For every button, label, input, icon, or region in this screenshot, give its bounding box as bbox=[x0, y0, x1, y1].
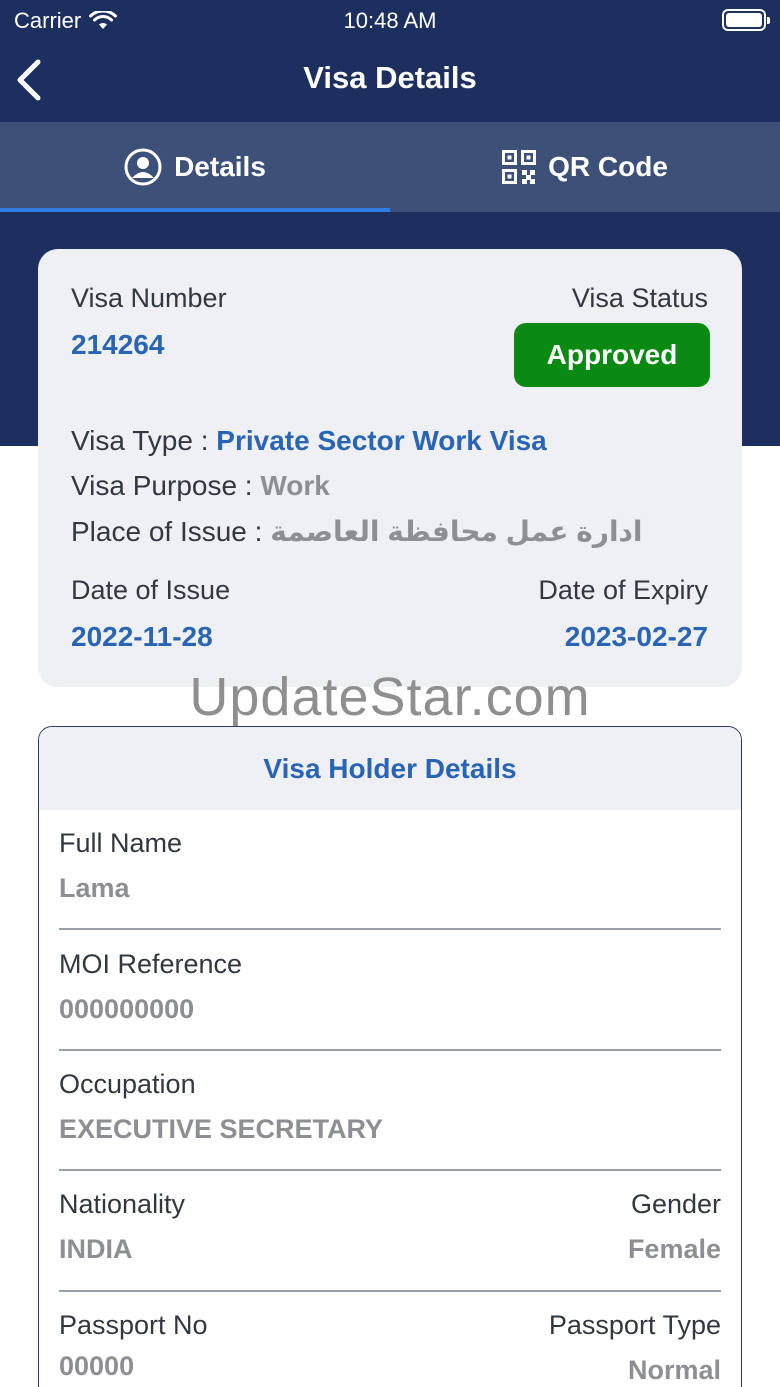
passport-type-value: Normal bbox=[627, 1355, 721, 1385]
tab-qr-code-label: QR Code bbox=[548, 151, 668, 182]
visa-purpose-label: Visa Purpose : bbox=[71, 470, 261, 501]
passport-type-label: Passport Type bbox=[548, 1310, 721, 1340]
full-name-label: Full Name bbox=[59, 828, 183, 858]
date-of-expiry-label: Date of Expiry bbox=[538, 575, 708, 605]
date-of-issue-value: 2022-11-28 bbox=[71, 621, 213, 652]
status-bar: Carrier 10:48 AM bbox=[0, 0, 780, 40]
date-of-issue-label: Date of Issue bbox=[71, 575, 231, 605]
tab-bar: Details QR Code bbox=[0, 122, 780, 212]
qr-code-icon bbox=[502, 150, 537, 184]
date-of-expiry-value: 2023-02-27 bbox=[564, 621, 708, 652]
full-name-value: Lama bbox=[59, 873, 130, 903]
divider bbox=[59, 1049, 721, 1051]
visa-number-value: 214264 bbox=[71, 329, 165, 360]
nationality-gender-row: Nationality INDIA Gender Female bbox=[59, 1189, 721, 1279]
visa-purpose-value: Work bbox=[260, 470, 330, 501]
user-circle-icon bbox=[124, 148, 162, 186]
visa-number-label: Visa Number bbox=[71, 283, 227, 313]
visa-type-row: Visa Type : Private Sector Work Visa bbox=[71, 425, 547, 457]
watermark: UpdateStar.com bbox=[189, 667, 591, 727]
gender-field: Gender Female bbox=[628, 1189, 721, 1265]
visa-purpose-row: Visa Purpose : Work bbox=[71, 470, 330, 502]
place-of-issue-label: Place of Issue : bbox=[71, 516, 271, 547]
gender-label: Gender bbox=[630, 1189, 721, 1219]
passport-row: Passport No 00000 Passport Type Normal bbox=[59, 1310, 721, 1387]
tab-qr-code[interactable]: QR Code bbox=[390, 122, 780, 212]
page-title: Visa Details bbox=[303, 60, 477, 95]
moi-reference-label: MOI Reference bbox=[59, 949, 243, 979]
visa-summary-card: Visa Number 214264 Visa Status Approved … bbox=[38, 249, 742, 687]
gender-value: Female bbox=[627, 1234, 721, 1264]
divider bbox=[59, 1290, 721, 1292]
occupation-field: Occupation EXECUTIVE SECRETARY bbox=[59, 1069, 721, 1145]
visa-type-value: Private Sector Work Visa bbox=[216, 425, 547, 456]
moi-reference-field: MOI Reference 000000000 bbox=[59, 949, 721, 1025]
passport-type-field: Passport Type Normal bbox=[549, 1310, 721, 1386]
status-badge: Approved bbox=[514, 323, 710, 387]
nationality-value: INDIA bbox=[59, 1234, 133, 1264]
place-of-issue-row: Place of Issue : ادارة عمل محافظة العاصم… bbox=[71, 515, 643, 548]
passport-no-value: 00000 bbox=[59, 1351, 135, 1381]
visa-type-label: Visa Type : bbox=[71, 425, 217, 456]
occupation-value: EXECUTIVE SECRETARY bbox=[59, 1114, 384, 1144]
divider bbox=[59, 1169, 721, 1171]
nationality-label: Nationality bbox=[59, 1189, 186, 1219]
place-of-issue-value: ادارة عمل محافظة العاصمة bbox=[270, 516, 643, 547]
clock: 10:48 AM bbox=[343, 8, 437, 33]
nationality-field: Nationality INDIA bbox=[59, 1189, 185, 1265]
battery-icon bbox=[722, 9, 770, 31]
moi-reference-value: 000000000 bbox=[59, 994, 195, 1024]
tab-details-label: Details bbox=[174, 151, 266, 182]
visa-holder-heading: Visa Holder Details bbox=[39, 727, 741, 810]
visa-status-label: Visa Status bbox=[571, 283, 708, 313]
navigation-bar: Visa Details bbox=[0, 40, 780, 122]
tab-details[interactable]: Details bbox=[0, 122, 390, 212]
passport-no-field: Passport No 00000 bbox=[59, 1310, 208, 1382]
divider bbox=[59, 928, 721, 930]
visa-holder-card: Visa Holder Details Full Name Lama MOI R… bbox=[38, 726, 742, 1387]
passport-no-label: Passport No bbox=[59, 1310, 208, 1340]
occupation-label: Occupation bbox=[59, 1069, 196, 1099]
full-name-field: Full Name Lama bbox=[59, 828, 721, 904]
